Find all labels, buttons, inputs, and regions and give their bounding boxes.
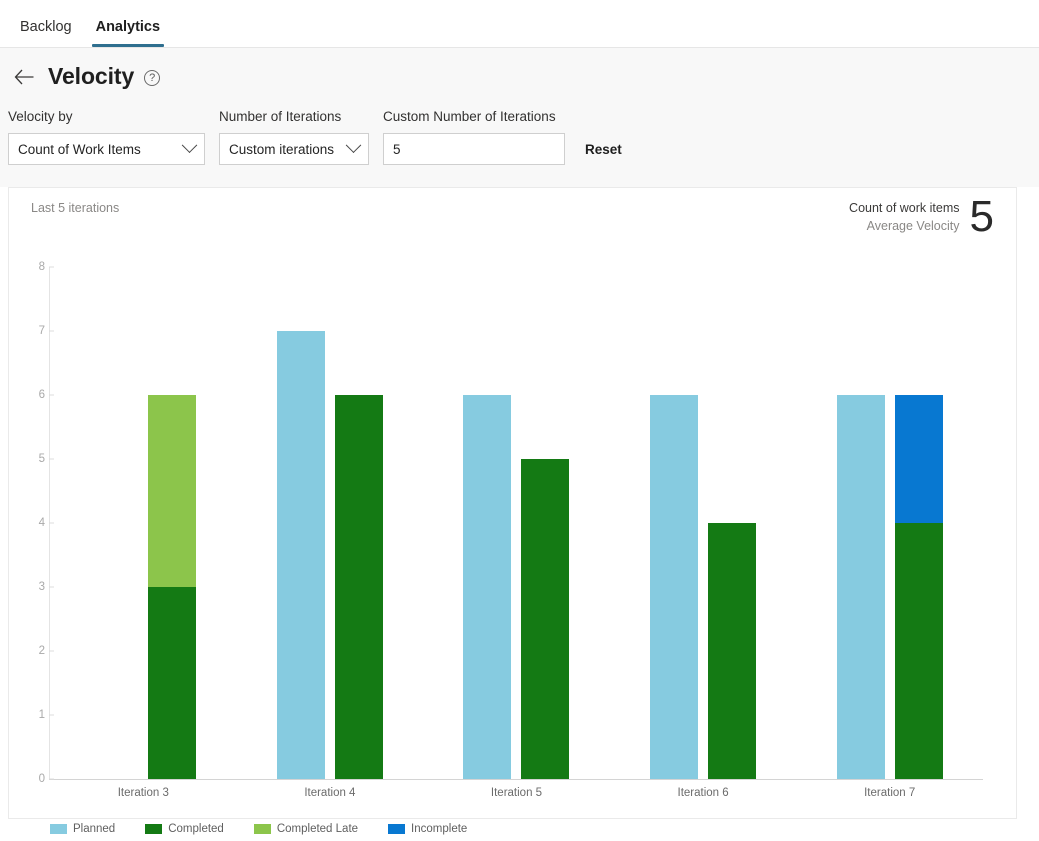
bar-segment[interactable] bbox=[276, 331, 325, 780]
chart-legend: Planned Completed Completed Late Incomplete bbox=[50, 823, 467, 835]
y-axis-tick-label: 8 bbox=[38, 261, 45, 274]
planned-bar[interactable] bbox=[836, 267, 885, 780]
legend-swatch bbox=[50, 824, 67, 835]
y-axis-tick-mark bbox=[49, 778, 54, 780]
summary-metric-label: Count of work items bbox=[849, 201, 960, 216]
velocity-by-value: Count of Work Items bbox=[18, 141, 141, 157]
page-header: Velocity ? bbox=[0, 48, 1039, 105]
bar-segment[interactable] bbox=[334, 395, 383, 780]
planned-bar[interactable] bbox=[650, 267, 699, 780]
planned-bar[interactable] bbox=[276, 267, 325, 780]
legend-swatch bbox=[253, 824, 271, 835]
tab-backlog-label: Backlog bbox=[20, 18, 72, 35]
actual-bar-stack[interactable] bbox=[521, 267, 570, 780]
velocity-by-label: Velocity by bbox=[8, 109, 73, 124]
velocity-chart-card: Last 5 iterations Count of work items Av… bbox=[8, 187, 1017, 835]
legend-item[interactable]: Completed bbox=[145, 823, 224, 835]
bar-segment[interactable] bbox=[463, 395, 512, 780]
x-axis-tick-label: Iteration 3 bbox=[117, 787, 169, 800]
custom-number-of-iterations-input-wrap[interactable]: 5 bbox=[383, 133, 565, 166]
y-axis-tick-label: 5 bbox=[38, 453, 45, 466]
y-axis-tick-label: 1 bbox=[38, 709, 45, 722]
x-axis-tick-label: Iteration 4 bbox=[304, 787, 356, 800]
summary-average-label: Average Velocity bbox=[866, 219, 960, 234]
actual-bar-stack[interactable] bbox=[708, 267, 757, 780]
y-axis-tick-label: 0 bbox=[38, 773, 45, 786]
custom-number-of-iterations-value: 5 bbox=[393, 141, 401, 157]
x-axis-tick-label: Iteration 6 bbox=[677, 787, 729, 800]
x-axis-labels: Iteration 3 Iteration 4 Iteration 5 Iterati… bbox=[50, 787, 983, 807]
planned-bar[interactable] bbox=[90, 267, 138, 779]
legend-label: Completed bbox=[168, 823, 224, 836]
tab-analytics-label: Analytics bbox=[95, 18, 161, 35]
bar-group bbox=[796, 267, 983, 780]
y-axis-tick-label: 6 bbox=[38, 389, 45, 402]
bar-group bbox=[610, 267, 797, 780]
bars-container bbox=[50, 267, 983, 780]
bar-segment[interactable] bbox=[148, 587, 197, 780]
tab-analytics[interactable]: Analytics bbox=[84, 18, 172, 48]
bar-group bbox=[237, 267, 424, 780]
y-axis-tick-label: 3 bbox=[38, 581, 45, 594]
bar-segment[interactable] bbox=[894, 395, 943, 524]
planned-bar[interactable] bbox=[463, 267, 512, 780]
y-axis: 0 1 2 3 4 5 6 7 8 bbox=[9, 261, 45, 785]
filter-bar: Velocity by Count of Work Items Number o… bbox=[0, 105, 1039, 188]
y-axis-tick-mark bbox=[49, 714, 54, 716]
top-tab-bar: Backlog Analytics bbox=[0, 0, 1039, 48]
x-axis-tick-label: Iteration 7 bbox=[864, 787, 916, 800]
x-axis-line bbox=[49, 779, 983, 781]
legend-swatch bbox=[388, 824, 406, 835]
velocity-by-dropdown[interactable]: Count of Work Items bbox=[8, 133, 205, 166]
actual-bar-stack[interactable] bbox=[148, 267, 197, 780]
page-title: Velocity bbox=[48, 63, 135, 89]
bar-segment[interactable] bbox=[836, 395, 885, 780]
bar-segment[interactable] bbox=[894, 523, 943, 780]
bar-segment[interactable] bbox=[521, 459, 570, 780]
number-of-iterations-label: Number of Iterations bbox=[219, 109, 342, 124]
bar-segment[interactable] bbox=[708, 523, 757, 780]
number-of-iterations-dropdown[interactable]: Custom iterations bbox=[219, 133, 369, 166]
reset-button[interactable]: Reset bbox=[585, 142, 622, 157]
legend-label: Planned bbox=[73, 823, 116, 836]
y-axis-tick-label: 2 bbox=[38, 645, 45, 658]
bar-segment[interactable] bbox=[148, 395, 197, 588]
tab-backlog[interactable]: Backlog bbox=[8, 18, 84, 48]
x-axis-tick-label: Iteration 5 bbox=[490, 787, 543, 800]
legend-item[interactable]: Incomplete bbox=[388, 823, 467, 835]
bar-segment[interactable] bbox=[650, 395, 699, 780]
custom-number-of-iterations-label: Custom Number of Iterations bbox=[383, 109, 556, 124]
average-velocity-summary: Count of work items Average Velocity 5 bbox=[849, 192, 994, 242]
number-of-iterations-value: Custom iterations bbox=[229, 141, 335, 157]
custom-number-of-iterations-field: Custom Number of Iterations 5 bbox=[383, 109, 565, 166]
actual-bar-stack[interactable] bbox=[894, 267, 943, 780]
bar-group bbox=[50, 267, 237, 780]
y-axis-tick-mark bbox=[49, 330, 54, 332]
y-axis-tick-mark bbox=[49, 394, 54, 396]
y-axis-tick-mark bbox=[49, 458, 54, 460]
y-axis-tick-mark bbox=[49, 650, 54, 652]
y-axis-tick-mark bbox=[49, 522, 54, 524]
y-axis-tick-label: 4 bbox=[38, 517, 45, 530]
y-axis-tick-label: 7 bbox=[38, 325, 45, 338]
bar-group bbox=[423, 267, 610, 780]
legend-item[interactable]: Completed Late bbox=[253, 823, 359, 836]
actual-bar-stack[interactable] bbox=[334, 267, 383, 780]
chart-plot-area: 012345678 Iteration 3 Iteration 4 Iteratio… bbox=[9, 257, 1016, 835]
legend-swatch bbox=[145, 824, 163, 835]
chevron-down-icon bbox=[345, 137, 362, 153]
chevron-down-icon bbox=[181, 137, 198, 153]
arrow-left-icon[interactable] bbox=[10, 63, 38, 91]
y-axis-tick-mark bbox=[49, 266, 54, 268]
number-of-iterations-field: Number of Iterations Custom iterations bbox=[219, 109, 369, 166]
card-top-divider bbox=[9, 187, 1016, 189]
summary-average-value: 5 bbox=[969, 192, 994, 242]
velocity-by-field: Velocity by Count of Work Items bbox=[8, 109, 205, 166]
question-circle-icon[interactable]: ? bbox=[144, 70, 161, 86]
chart-subtitle: Last 5 iterations bbox=[31, 201, 120, 216]
legend-item[interactable]: Planned bbox=[50, 823, 115, 835]
legend-label: Incomplete bbox=[411, 823, 468, 836]
legend-label: Completed Late bbox=[276, 823, 359, 836]
y-axis-tick-mark bbox=[49, 586, 54, 588]
